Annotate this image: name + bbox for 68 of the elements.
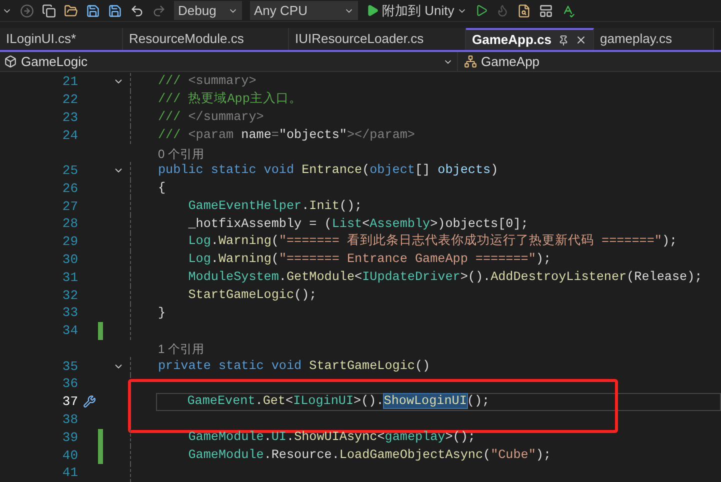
quick-action-icon[interactable] — [82, 395, 96, 408]
file-tab[interactable]: GameApp.cs — [466, 28, 594, 50]
code-line: Log.Warning("======= Entrance GameApp ======="); — [187, 251, 552, 268]
line-number: 26 — [62, 180, 78, 198]
line-number: 41 — [62, 464, 78, 482]
line-number: 22 — [62, 90, 78, 109]
class-dropdown[interactable]: GameApp — [458, 52, 721, 71]
code-line: GameModule.UI.ShowUIAsync<gameplay>(); — [187, 428, 476, 446]
code-line: } — [158, 304, 166, 322]
play-icon — [366, 4, 379, 17]
code-line: ModuleSystem.GetModule<IUpdateDriver>().AddDestroyListener(Release); — [187, 268, 702, 286]
code-line: GameEventHelper.Init(); — [187, 198, 362, 215]
code-line: /// <param name="objects"></param> — [158, 126, 415, 144]
undo-icon[interactable] — [130, 4, 144, 18]
code-line: public static void Entrance(object[] objects) — [158, 162, 498, 180]
project-icon — [4, 55, 17, 68]
code-line: /// <summary> — [158, 73, 256, 90]
code-line: GameEvent.Get<ILoginUI>().ShowLoginUI(); — [186, 393, 490, 410]
line-number: 39 — [62, 428, 78, 447]
line-number: 40 — [62, 446, 78, 465]
line-number: 27 — [62, 198, 78, 216]
line-number: 33 — [62, 304, 78, 322]
forward-icon[interactable] — [20, 4, 34, 18]
line-number: 37 — [62, 393, 78, 412]
code-line: Log.Warning("======= 看到此条日志代表你成功运行了热更新代码 ======="); — [187, 233, 678, 250]
code-line: private static void StartGameLogic() — [158, 358, 430, 375]
line-number: 34 — [62, 322, 78, 340]
line-number: 25 — [62, 162, 78, 180]
project-dropdown[interactable]: GameLogic — [0, 52, 458, 71]
new-item-icon[interactable] — [42, 4, 56, 18]
line-number: 35 — [62, 358, 78, 376]
class-icon — [464, 55, 477, 68]
line-number: 29 — [62, 233, 78, 252]
open-folder-icon[interactable] — [64, 4, 78, 18]
line-number: 32 — [62, 286, 78, 305]
line-number: 28 — [62, 215, 78, 234]
line-number: 23 — [62, 108, 78, 127]
layout-icon[interactable] — [539, 4, 554, 18]
line-number: 38 — [62, 410, 78, 429]
save-icon[interactable] — [86, 4, 100, 18]
code-line: StartGameLogic(); — [187, 286, 317, 304]
file-tab[interactable]: gameplay.cs — [594, 28, 714, 50]
line-number: 21 — [62, 73, 78, 92]
platform-dropdown[interactable]: Any CPU — [250, 1, 358, 20]
code-line: { — [158, 180, 166, 197]
code-line: _hotfixAssembly = (List<Assembly>)objects[0]; — [187, 216, 528, 233]
file-tab[interactable]: ILoginUI.cs* — [0, 28, 123, 50]
change-marker — [98, 322, 103, 340]
line-number: 30 — [62, 250, 78, 269]
line-number: 36 — [62, 375, 78, 394]
close-icon[interactable] — [575, 34, 587, 46]
code-line: /// </summary> — [158, 108, 264, 126]
attach-button[interactable]: 附加到 Unity — [366, 0, 468, 20]
line-number: 24 — [62, 126, 78, 145]
find-file-icon[interactable] — [517, 4, 532, 18]
file-tab[interactable]: ResourceModule.cs — [123, 28, 289, 50]
reference-count[interactable]: 0 个引用 — [158, 146, 204, 162]
code-line: /// 热更域App主入口。 — [158, 91, 302, 108]
file-tab[interactable]: IUIResourceLoader.cs — [289, 28, 466, 50]
line-number: 31 — [62, 268, 78, 287]
reference-count[interactable]: 1 个引用 — [158, 342, 204, 358]
pin-icon[interactable] — [558, 34, 569, 46]
spell-check-icon[interactable] — [561, 4, 576, 18]
redo-icon[interactable] — [152, 4, 166, 18]
code-line: GameModule.Resource.LoadGameObjectAsync("Cube"); — [187, 446, 552, 464]
save-all-icon[interactable] — [108, 4, 122, 18]
start-without-debug-icon[interactable] — [475, 4, 488, 17]
configuration-dropdown[interactable]: Debug — [174, 1, 242, 20]
